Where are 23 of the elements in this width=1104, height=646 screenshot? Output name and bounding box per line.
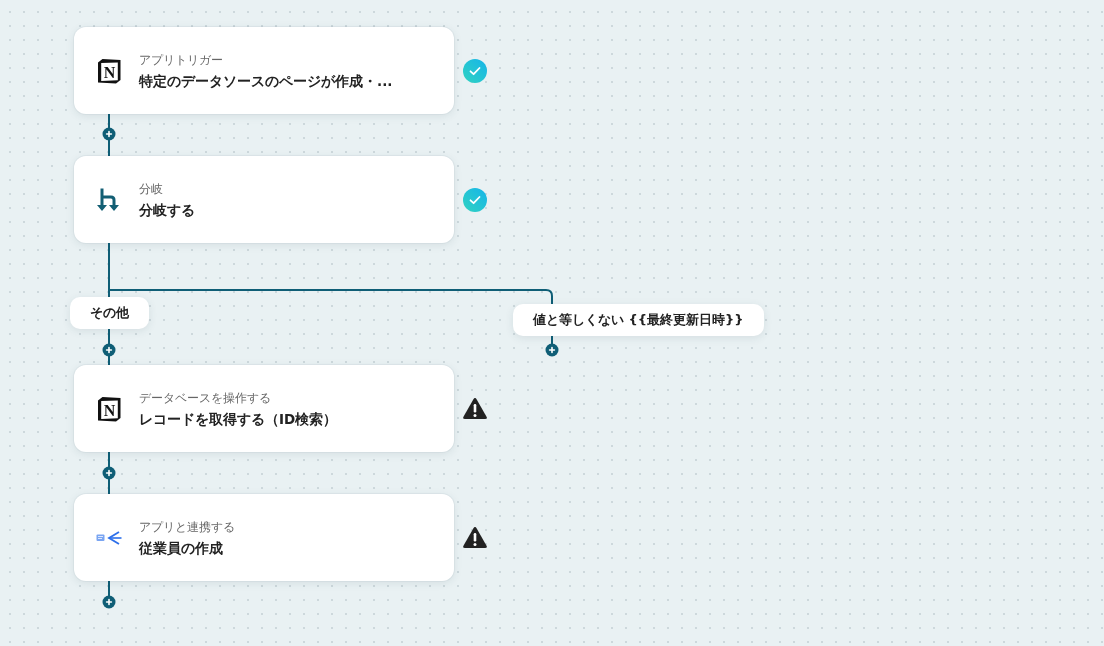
add-step-button[interactable] [102, 127, 116, 141]
step-title: レコードを取得する（ID検索） [139, 411, 338, 428]
chevron-logo-icon [96, 530, 122, 545]
step-card[interactable]: 分岐 分岐する [74, 156, 454, 243]
branch-label[interactable]: 値と等しくない {{最終更新日時}} [513, 304, 764, 336]
branch-arrows-icon [96, 186, 122, 213]
step-title: 特定のデータソースのページが作成・... [139, 73, 393, 90]
cube-letter-icon: N [96, 57, 122, 84]
step-category: アプリトリガー [139, 53, 224, 67]
add-step-button[interactable] [102, 466, 116, 480]
add-step-button[interactable] [102, 343, 116, 357]
cube-letter-icon: N [96, 395, 122, 422]
add-step-button[interactable] [545, 343, 559, 357]
step-title: 従業員の作成 [139, 540, 224, 557]
step-card[interactable]: N アプリトリガー 特定のデータソースのページが作成・... [74, 27, 454, 114]
step-category: データベースを操作する [139, 391, 272, 405]
branch-label[interactable]: その他 [70, 297, 149, 329]
step-category: アプリと連携する [139, 520, 235, 534]
step-title: 分岐する [139, 202, 195, 219]
add-step-button[interactable] [102, 595, 116, 609]
step-card[interactable]: N データベースを操作する レコードを取得する（ID検索） [74, 365, 454, 452]
step-card[interactable]: アプリと連携する 従業員の作成 [74, 494, 454, 581]
step-category: 分岐 [139, 182, 164, 196]
